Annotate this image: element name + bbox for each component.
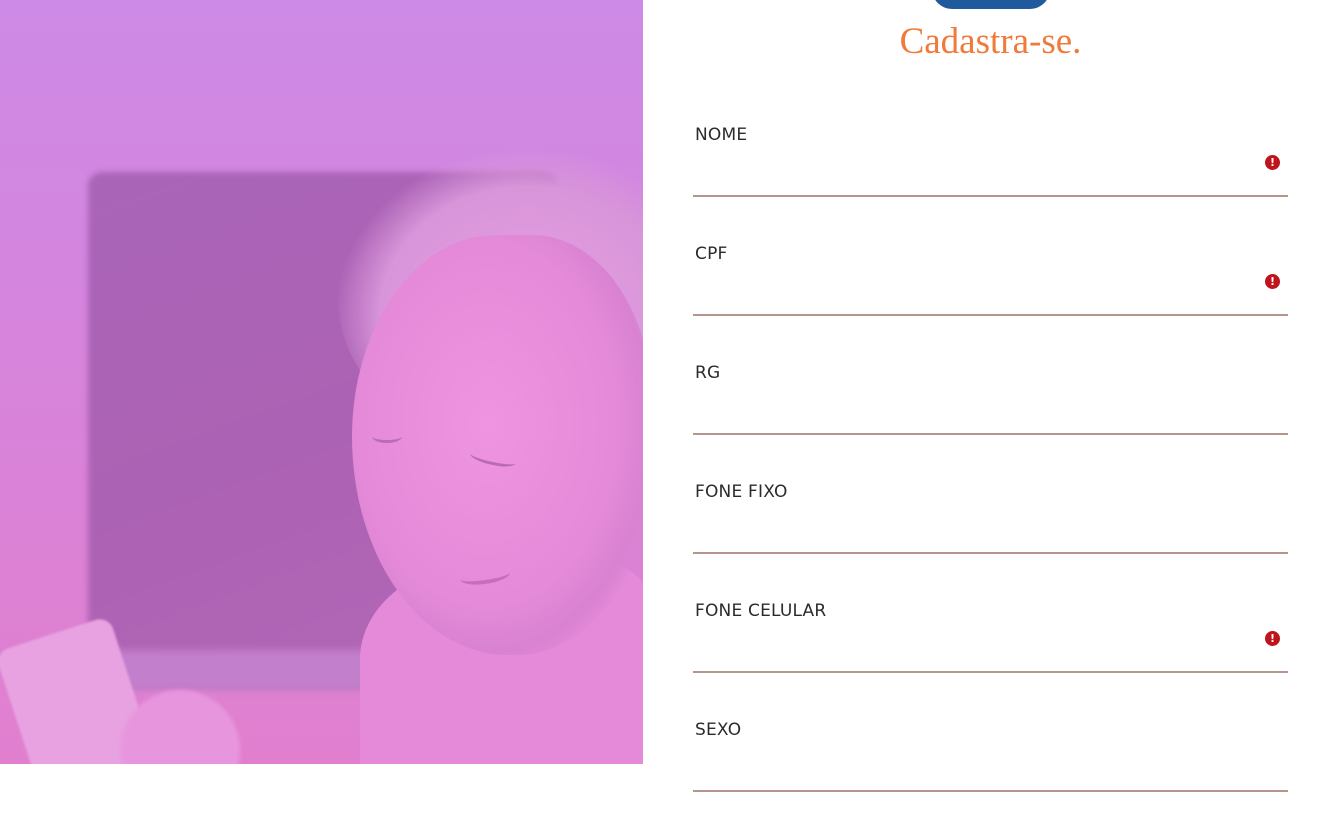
rg-field: RG [693, 363, 1288, 482]
nome-input[interactable] [693, 145, 1288, 197]
fone-fixo-label: FONE FIXO [695, 482, 788, 502]
sexo-field: SEXO [693, 720, 1288, 839]
fone-celular-label: FONE CELULAR [695, 601, 827, 621]
sexo-input[interactable] [693, 740, 1288, 792]
rg-label: RG [695, 363, 721, 383]
cpf-label: CPF [695, 244, 728, 264]
nome-field: NOME ! [693, 125, 1288, 244]
hero-hand [120, 690, 240, 764]
rg-input[interactable] [693, 383, 1288, 435]
exclamation-circle-icon: ! [1265, 155, 1280, 170]
cpf-field: CPF ! [693, 244, 1288, 363]
fone-fixo-field: FONE FIXO [693, 482, 1288, 601]
exclamation-circle-icon: ! [1265, 631, 1280, 646]
fone-celular-field: FONE CELULAR ! [693, 601, 1288, 720]
cpf-input[interactable] [693, 264, 1288, 316]
signup-panel: Cadastra-se. NOME ! CPF ! RG FONE FIXO F… [643, 0, 1338, 792]
hero-eye [372, 430, 402, 443]
page-title: Cadastra-se. [899, 21, 1082, 62]
sexo-label: SEXO [695, 720, 742, 740]
hero-image [0, 0, 643, 764]
fone-celular-input[interactable] [693, 621, 1288, 673]
exclamation-circle-icon: ! [1265, 274, 1280, 289]
nome-label: NOME [695, 125, 748, 145]
top-button[interactable] [932, 0, 1050, 9]
fone-fixo-input[interactable] [693, 502, 1288, 554]
